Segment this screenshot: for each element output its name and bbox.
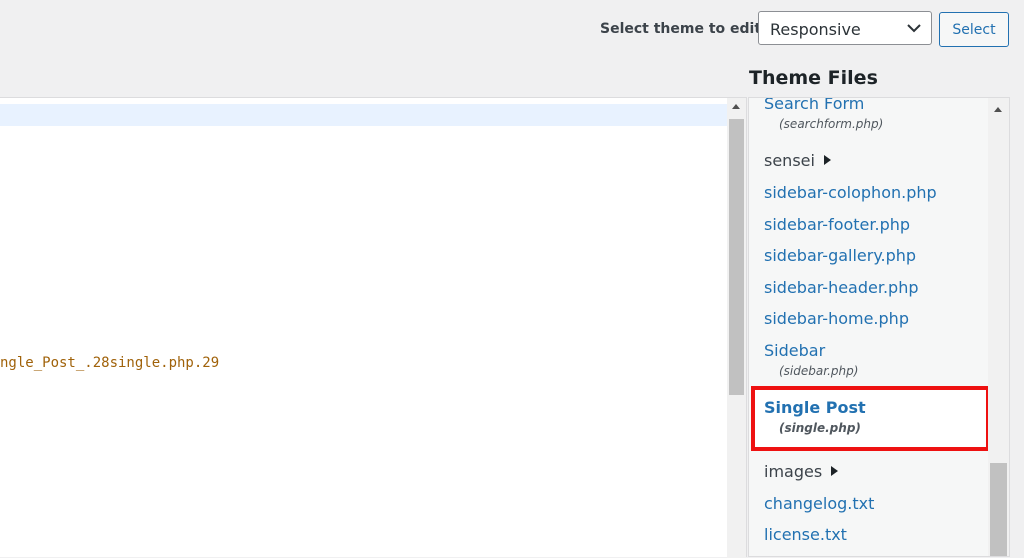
file-item-single-post[interactable]: Single Post (single.php) [764,398,866,435]
select-theme-button[interactable]: Select [939,12,1009,47]
files-scrollbar[interactable] [988,98,1009,556]
file-item-label[interactable]: sidebar-home.php [764,309,909,328]
files-scroll-thumb[interactable] [990,463,1007,556]
file-item-label[interactable]: sidebar-gallery.php [764,246,916,265]
folder-item-label: sensei [764,151,815,170]
file-item-filename: (single.php) [779,421,861,435]
expand-arrow-icon [831,466,839,476]
file-item-sidebar-header[interactable]: sidebar-header.php [764,278,919,297]
file-item-sidebar-colophon[interactable]: sidebar-colophon.php [764,183,937,202]
file-item-label[interactable]: changelog.txt [764,494,874,513]
editor-code-line: ngle_Post_.28single.php.29 [0,355,220,371]
file-item-sidebar-home[interactable]: sidebar-home.php [764,309,909,328]
editor-active-line [0,104,727,126]
file-item-searchform[interactable]: Search Form (searchform.php) [764,98,884,131]
file-item-filename: (sidebar.php) [779,364,859,378]
file-item-changelog[interactable]: changelog.txt [764,494,874,513]
file-item-label[interactable]: sidebar-header.php [764,278,919,297]
file-item-label[interactable]: Sidebar [764,341,858,360]
theme-select-dropdown[interactable]: Responsive [758,11,932,45]
file-item-label[interactable]: sidebar-colophon.php [764,183,937,202]
file-item-sidebar-footer[interactable]: sidebar-footer.php [764,215,910,234]
file-item-filename: (searchform.php) [779,117,884,131]
editor-scrollbar[interactable] [727,98,746,558]
chevron-down-icon [907,24,921,33]
folder-item-label: images [764,462,823,481]
theme-files-heading: Theme Files [749,67,878,89]
theme-select-value: Responsive [770,20,861,39]
file-item-sidebar-gallery[interactable]: sidebar-gallery.php [764,246,916,265]
file-item-label[interactable]: sidebar-footer.php [764,215,910,234]
file-item-label[interactable]: Single Post [764,398,866,417]
file-item-label[interactable]: license.txt [764,525,847,544]
editor-scroll-thumb[interactable] [729,119,744,395]
select-theme-label: Select theme to edit: [600,21,767,37]
theme-files-list: Search Form (searchform.php) sensei side… [748,97,1010,557]
code-editor[interactable]: ngle_Post_.28single.php.29 [0,97,747,558]
file-item-sidebar[interactable]: Sidebar (sidebar.php) [764,341,858,378]
folder-item-images[interactable]: images [764,462,839,481]
file-item-label[interactable]: Search Form [764,98,883,113]
file-item-license[interactable]: license.txt [764,525,847,544]
folder-item-sensei[interactable]: sensei [764,151,831,170]
scroll-up-arrow-icon[interactable] [732,104,740,109]
scroll-up-arrow-icon[interactable] [994,107,1002,112]
expand-arrow-icon [823,155,831,165]
